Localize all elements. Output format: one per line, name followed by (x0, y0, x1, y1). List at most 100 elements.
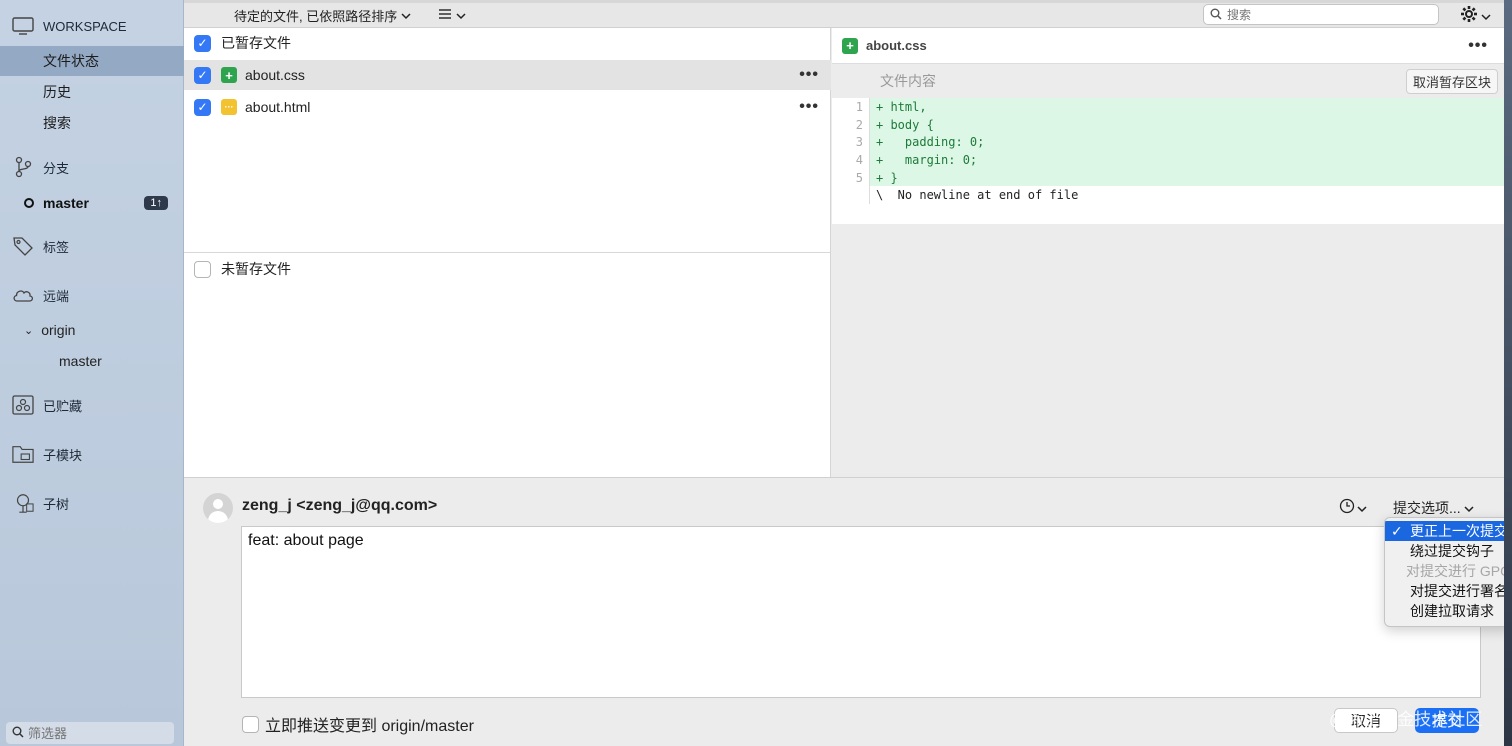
commit-message-input[interactable]: feat: about page (241, 526, 1481, 698)
sidebar: WORKSPACE 文件状态 历史 搜索 分支 master 1↑ 标签 远端 … (0, 0, 184, 746)
sidebar-section-branches[interactable]: 分支 (0, 151, 184, 183)
commit-author: zeng_j <zeng_j@qq.com> (242, 497, 438, 514)
file-list-pane: ✓ 已暂存文件 ✓ + about.css ••• ✓ ··· about.ht… (184, 28, 831, 477)
chevron-down-icon (401, 8, 411, 23)
file-name: about.html (245, 99, 311, 115)
unstaged-select-all-checkbox[interactable] (194, 260, 211, 278)
line-text: + html, (876, 99, 927, 114)
subtree-icon (12, 492, 34, 514)
search-input[interactable] (1227, 7, 1427, 22)
sidebar-item-remote-origin[interactable]: ⌄ origin (0, 315, 184, 345)
diff-line: 2 + body { (832, 115, 1512, 134)
push-label: 立即推送变更到 origin/master (265, 718, 474, 735)
push-checkbox[interactable] (242, 715, 259, 733)
line-text: + padding: 0; (876, 135, 985, 150)
file-row[interactable]: ✓ ··· about.html ••• (184, 92, 831, 122)
staged-select-all-checkbox[interactable]: ✓ (194, 34, 211, 52)
unstaged-files-header[interactable]: 未暂存文件 (184, 254, 831, 284)
line-text: + body { (876, 117, 934, 132)
remote-name: origin (41, 322, 76, 338)
view-mode-dropdown[interactable] (438, 7, 466, 23)
chevron-down-icon[interactable]: ⌄ (24, 324, 33, 337)
cancel-button[interactable]: 取消 (1334, 708, 1398, 733)
chevron-down-icon (456, 7, 466, 23)
current-branch-icon (24, 198, 34, 208)
more-actions-icon[interactable]: ••• (799, 98, 819, 116)
cloud-icon (12, 284, 34, 306)
sidebar-item-label: 历史 (43, 84, 71, 100)
diff-line: 4 + margin: 0; (832, 151, 1512, 169)
sidebar-item-branch-master[interactable]: master 1↑ (0, 188, 184, 218)
file-row[interactable]: ✓ + about.css ••• (184, 60, 831, 90)
staged-files-header[interactable]: ✓ 已暂存文件 (184, 28, 831, 58)
menu-item-bypass-hooks[interactable]: 绕过提交钩子 (1385, 541, 1511, 561)
sidebar-section-remotes[interactable]: 远端 (0, 279, 184, 311)
unstage-hunk-button[interactable]: 取消暂存区块 (1405, 68, 1498, 94)
file-name: about.css (245, 67, 305, 83)
sidebar-item-remote-branch[interactable]: master (0, 346, 184, 376)
commit-button[interactable]: 提交 (1415, 708, 1479, 733)
chevron-down-icon (1464, 500, 1474, 516)
diff-file-name: about.css (866, 38, 927, 53)
sidebar-item-label: 搜索 (43, 115, 71, 131)
sidebar-item-label: 文件状态 (43, 53, 99, 69)
chevron-down-icon (1357, 500, 1367, 518)
commit-options-menu: ✓ 更正上一次提交 绕过提交钩子 对提交进行 GPG 对提交进行署名 创建拉取请求 (1384, 517, 1512, 627)
menu-item-label: 绕过提交钩子 (1410, 543, 1494, 559)
commit-history-dropdown[interactable] (1339, 498, 1367, 519)
commit-options-dropdown[interactable]: 提交选项... (1393, 498, 1474, 518)
more-actions-icon[interactable]: ••• (799, 66, 819, 84)
branch-icon (12, 156, 34, 178)
menu-item-create-pull-request[interactable]: 创建拉取请求 (1385, 601, 1511, 621)
menu-item-amend[interactable]: ✓ 更正上一次提交 (1385, 521, 1511, 541)
diff-code: 1 + html, 2 + body { 3 + padding: 0; 4 + mar… (832, 98, 1512, 224)
branch-name: master (43, 195, 89, 211)
push-option[interactable]: 立即推送变更到 origin/master (242, 712, 474, 736)
settings-dropdown[interactable] (1460, 5, 1491, 28)
toolbar: 待定的文件, 已依照路径排序 (184, 0, 1512, 28)
branches-label: 分支 (43, 160, 70, 176)
filter-input[interactable] (28, 725, 168, 741)
monitor-icon (12, 15, 34, 37)
unstaged-header-label: 未暂存文件 (221, 261, 291, 277)
sidebar-section-stashes[interactable]: 已贮藏 (0, 389, 184, 421)
line-number (832, 186, 870, 205)
stashes-label: 已贮藏 (43, 398, 83, 414)
sidebar-item-search[interactable]: 搜索 (0, 108, 184, 138)
menu-item-label: 对提交进行署名 (1410, 583, 1508, 599)
submodules-label: 子模块 (43, 447, 83, 463)
chevron-down-icon (1481, 8, 1491, 26)
menu-item-label: 对提交进行 GPG (1405, 563, 1511, 579)
more-actions-icon[interactable]: ••• (1468, 37, 1488, 55)
menu-item-signoff[interactable]: 对提交进行署名 (1385, 581, 1511, 601)
tag-icon (12, 235, 34, 257)
sidebar-section-subtrees[interactable]: 子树 (0, 487, 184, 519)
diff-line: 5 + } (832, 168, 1512, 187)
menu-item-label: 更正上一次提交 (1410, 523, 1508, 539)
diff-pane: + about.css ••• 文件内容 取消暂存区块 1 + html, 2 + … (832, 28, 1512, 477)
diff-line: \ No newline at end of file (832, 186, 1512, 205)
file-added-icon: + (842, 37, 858, 54)
sidebar-item-history[interactable]: 历史 (0, 77, 184, 107)
commit-options-label: 提交选项... (1393, 500, 1461, 516)
sidebar-section-submodules[interactable]: 子模块 (0, 438, 184, 470)
commit-panel: zeng_j <zeng_j@qq.com> 提交选项... feat: abo… (184, 477, 1512, 746)
sidebar-section-tags[interactable]: 标签 (0, 230, 184, 262)
pane-divider[interactable] (184, 252, 831, 253)
search-box[interactable] (1203, 4, 1439, 25)
sort-dropdown[interactable]: 待定的文件, 已依照路径排序 (234, 6, 411, 25)
remote-branch-name: master (59, 353, 102, 369)
sidebar-filter[interactable] (6, 722, 174, 744)
line-number: 5 (832, 168, 870, 187)
line-text: \ No newline at end of file (876, 188, 1079, 203)
gear-icon (1460, 5, 1478, 28)
list-icon (438, 7, 452, 23)
remotes-label: 远端 (43, 288, 70, 304)
subtrees-label: 子树 (43, 496, 70, 512)
stash-icon (12, 394, 34, 416)
sidebar-item-file-status[interactable]: 文件状态 (0, 46, 184, 76)
sidebar-section-workspace: WORKSPACE (0, 10, 184, 42)
file-checkbox[interactable]: ✓ (194, 98, 211, 116)
file-checkbox[interactable]: ✓ (194, 66, 211, 84)
workspace-label: WORKSPACE (43, 18, 127, 34)
